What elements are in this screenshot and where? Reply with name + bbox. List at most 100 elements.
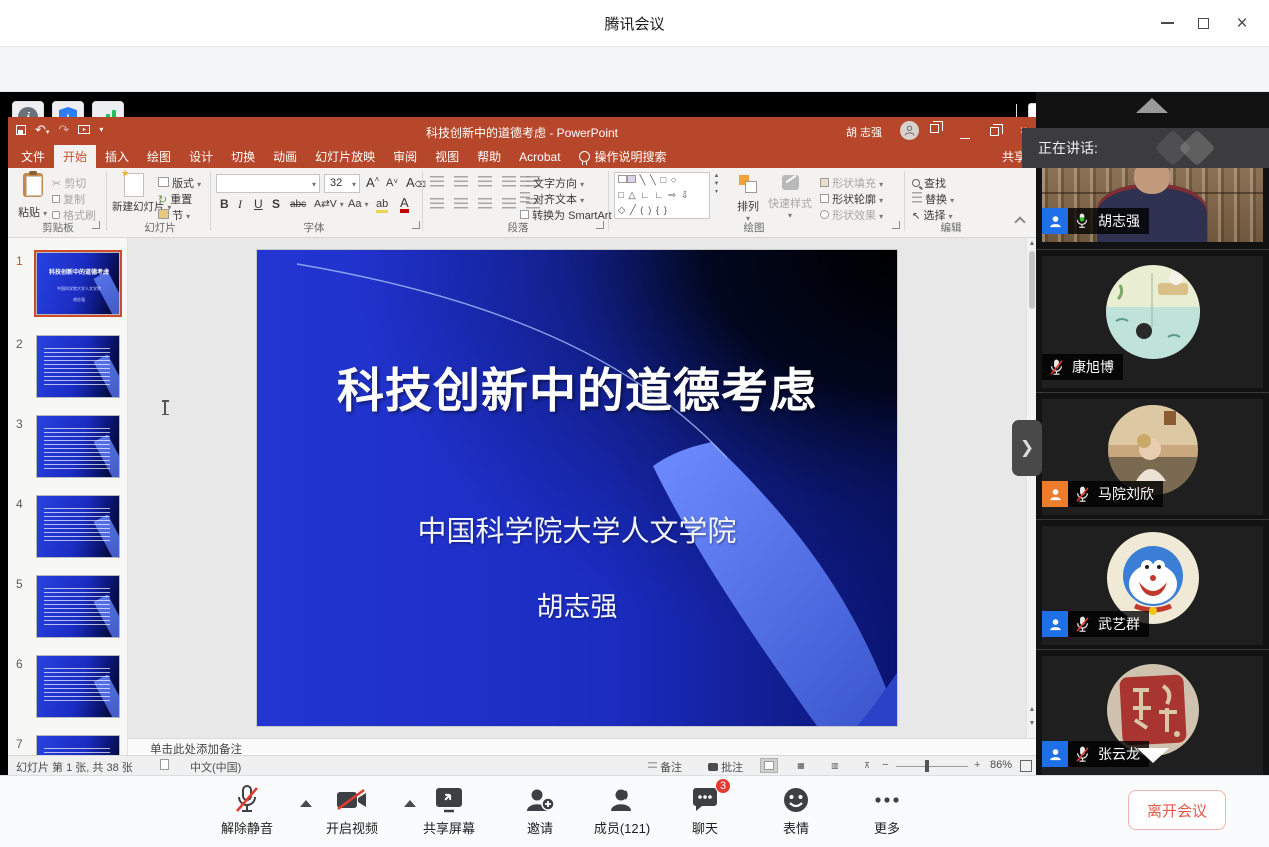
tab-view[interactable]: 视图 bbox=[426, 145, 468, 168]
slide-editing-area[interactable]: 科技创新中的道德考虑 中国科学院大学人文学院 胡志强 bbox=[128, 238, 1026, 738]
tab-help[interactable]: 帮助 bbox=[468, 145, 510, 168]
tab-design[interactable]: 设计 bbox=[180, 145, 222, 168]
zoom-out-icon[interactable]: − bbox=[882, 759, 888, 771]
cut-button[interactable]: ✂ 剪切 bbox=[52, 175, 86, 191]
slideshow-view-button[interactable]: ⊼ bbox=[858, 758, 876, 773]
bullets-icon[interactable] bbox=[430, 176, 444, 187]
ppt-restore-icon[interactable] bbox=[990, 126, 999, 138]
increase-indent-icon[interactable] bbox=[502, 176, 516, 187]
proofing-icon[interactable] bbox=[160, 759, 169, 773]
maximize-button[interactable] bbox=[1188, 8, 1218, 38]
tab-animations[interactable]: 动画 bbox=[264, 145, 306, 168]
ppt-minimize-icon[interactable] bbox=[960, 129, 970, 141]
slide-3-thumbnail[interactable] bbox=[36, 415, 120, 478]
participant-tile[interactable]: 马院刘欣 bbox=[1042, 399, 1263, 515]
notes-pane[interactable]: 单击此处添加备注 bbox=[128, 738, 1036, 755]
participant-tile[interactable]: 武艺群 bbox=[1042, 526, 1263, 645]
tab-file[interactable]: 文件 bbox=[12, 145, 54, 168]
tell-me-search[interactable]: 操作说明搜索 bbox=[570, 145, 676, 168]
replace-button[interactable]: 替换 ▾ bbox=[912, 191, 954, 207]
slide-2-thumbnail[interactable] bbox=[36, 335, 120, 398]
emoji-button[interactable]: 表情 bbox=[754, 784, 838, 837]
collapse-panel-icon[interactable] bbox=[1136, 98, 1168, 113]
tab-transitions[interactable]: 切换 bbox=[222, 145, 264, 168]
text-direction-button[interactable]: 文字方向 ▾ bbox=[520, 175, 584, 191]
thumbnail-item[interactable]: 5 bbox=[16, 575, 100, 638]
zoom-slider-track[interactable] bbox=[896, 766, 968, 767]
normal-view-button[interactable] bbox=[760, 758, 778, 773]
shape-outline-button[interactable]: 形状轮廓 ▾ bbox=[820, 191, 883, 207]
zoom-in-icon[interactable]: + bbox=[974, 759, 980, 771]
highlight-button[interactable]: ab bbox=[376, 198, 388, 210]
comments-toggle[interactable]: 批注 bbox=[708, 759, 743, 775]
align-text-button[interactable]: 对齐文本 ▾ bbox=[520, 191, 584, 207]
shapes-gallery[interactable]: ╲ ╲ □ ○ □ △ ∟ ∟ ⇨ ⇩ ◇ ╱ ( ) { } bbox=[614, 172, 710, 219]
find-button[interactable]: 查找 bbox=[912, 175, 946, 191]
zoom-level[interactable]: 86% bbox=[990, 759, 1012, 771]
reading-view-button[interactable]: ▥ bbox=[826, 758, 844, 773]
collapse-ribbon-icon[interactable] bbox=[1014, 216, 1025, 227]
ribbon-options-icon[interactable] bbox=[930, 123, 939, 135]
thumbnail-item[interactable]: 4 bbox=[16, 495, 100, 558]
align-left-icon[interactable] bbox=[430, 198, 444, 209]
start-video-button[interactable]: 开启视频 bbox=[310, 784, 394, 837]
drawing-dialog-launcher[interactable] bbox=[892, 221, 900, 229]
thumbnail-item[interactable]: 3 bbox=[16, 415, 100, 478]
align-center-icon[interactable] bbox=[454, 198, 468, 209]
reset-button[interactable]: ↻ 重置 bbox=[158, 191, 192, 207]
participant-tile[interactable]: 康旭博 bbox=[1042, 256, 1263, 388]
decrease-font-icon[interactable]: A˅ bbox=[386, 177, 398, 189]
slide-6-thumbnail[interactable] bbox=[36, 655, 120, 718]
tab-insert[interactable]: 插入 bbox=[96, 145, 138, 168]
strikethrough-button[interactable]: abc bbox=[290, 199, 306, 210]
current-slide[interactable]: 科技创新中的道德考虑 中国科学院大学人文学院 胡志强 bbox=[257, 250, 897, 726]
layout-button[interactable]: 版式 ▾ bbox=[158, 175, 201, 191]
minimize-button[interactable] bbox=[1152, 8, 1182, 38]
shape-fill-button[interactable]: 形状填充 ▾ bbox=[820, 175, 883, 191]
chat-button[interactable]: 3 聊天 bbox=[663, 784, 747, 837]
zoom-slider-thumb[interactable] bbox=[925, 760, 929, 772]
slide-1-thumbnail[interactable]: 科技创新中的道德考虑 中国科学院大学人文学院 胡志强 bbox=[36, 252, 120, 315]
sidebar-expand-handle[interactable]: ❯ bbox=[1012, 420, 1042, 476]
numbering-icon[interactable] bbox=[454, 176, 468, 187]
shapes-scroll[interactable]: ▲▼▾ bbox=[712, 172, 721, 196]
slide-scrollbar[interactable]: ▲ ▲ ▼ ▼ bbox=[1026, 238, 1036, 755]
slide-5-thumbnail[interactable] bbox=[36, 575, 120, 638]
unmute-button[interactable]: 解除静音 bbox=[205, 784, 289, 837]
tab-draw[interactable]: 绘图 bbox=[138, 145, 180, 168]
change-case-button[interactable]: Aa ▾ bbox=[348, 198, 369, 210]
thumbnail-item[interactable]: 1 科技创新中的道德考虑 中国科学院大学人文学院 胡志强 bbox=[16, 252, 100, 315]
shadow-button[interactable]: S bbox=[272, 197, 280, 211]
members-button[interactable]: 成员(121) bbox=[580, 784, 664, 837]
quick-styles-button[interactable]: 快速样式 ▾ bbox=[764, 175, 816, 220]
language-status[interactable]: 中文(中国) bbox=[190, 759, 241, 775]
underline-button[interactable]: U bbox=[254, 197, 263, 211]
new-slide-button[interactable]: 新建幻灯片 ▾ bbox=[112, 173, 156, 213]
close-button[interactable]: × bbox=[1227, 8, 1257, 38]
italic-button[interactable]: I bbox=[238, 197, 242, 212]
clipboard-dialog-launcher[interactable] bbox=[92, 221, 100, 229]
paragraph-dialog-launcher[interactable] bbox=[596, 221, 604, 229]
leave-meeting-button[interactable]: 离开会议 bbox=[1128, 790, 1226, 830]
font-name-combobox[interactable]: ▾ bbox=[216, 174, 320, 193]
invite-button[interactable]: 邀请 bbox=[498, 784, 582, 837]
arrange-button[interactable]: 排列 ▾ bbox=[730, 175, 766, 223]
tab-home[interactable]: 开始 bbox=[54, 145, 96, 168]
bold-button[interactable]: B bbox=[220, 197, 229, 211]
character-spacing-button[interactable]: A⇄V ▾ bbox=[314, 198, 344, 210]
share-screen-button[interactable]: 共享屏幕 bbox=[407, 784, 491, 837]
slide-sorter-view-button[interactable]: ▦ bbox=[792, 758, 810, 773]
participant-tile[interactable]: 胡志强 bbox=[1042, 168, 1263, 242]
tab-acrobat[interactable]: Acrobat bbox=[510, 145, 569, 168]
decrease-indent-icon[interactable] bbox=[478, 176, 492, 187]
scrollbar-thumb[interactable] bbox=[1029, 251, 1035, 309]
increase-font-icon[interactable]: A˄ bbox=[366, 175, 379, 190]
thumbnail-item[interactable]: 6 bbox=[16, 655, 100, 718]
slide-4-thumbnail[interactable] bbox=[36, 495, 120, 558]
font-color-button[interactable]: A bbox=[400, 196, 409, 213]
ppt-avatar[interactable] bbox=[900, 121, 919, 140]
fit-slide-icon[interactable] bbox=[1020, 760, 1032, 772]
tab-slideshow[interactable]: 幻灯片放映 bbox=[306, 145, 384, 168]
font-size-combobox[interactable]: 32▾ bbox=[324, 174, 360, 193]
paste-button[interactable]: 粘贴 ▾ bbox=[18, 173, 47, 220]
